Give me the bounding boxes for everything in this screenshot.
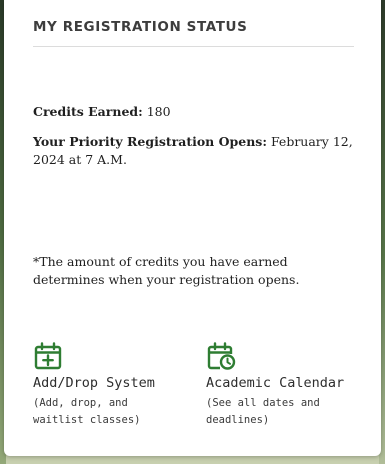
academic-calendar-title: Academic Calendar <box>206 375 345 391</box>
priority-label: Your Priority Registration Opens: <box>33 134 267 149</box>
add-drop-system-link[interactable]: Add/Drop System (Add, drop, and waitlist… <box>33 342 193 429</box>
title-divider <box>33 46 354 47</box>
card-title: MY REGISTRATION STATUS <box>33 19 248 35</box>
calendar-plus-icon <box>34 342 62 370</box>
calendar-clock-icon <box>207 342 236 370</box>
credits-note: *The amount of credits you have earned d… <box>33 254 300 287</box>
registration-status-card: MY REGISTRATION STATUS Credits Earned: 1… <box>4 0 381 456</box>
add-drop-title: Add/Drop System <box>33 375 155 391</box>
academic-calendar-description: (See all dates and deadlines) <box>206 397 320 426</box>
credits-label: Credits Earned: <box>33 104 143 119</box>
priority-registration: Your Priority Registration Opens: Februa… <box>33 133 358 169</box>
credits-value: 180 <box>146 104 171 119</box>
academic-calendar-link[interactable]: Academic Calendar (See all dates and dea… <box>206 342 366 429</box>
add-drop-description: (Add, drop, and waitlist classes) <box>33 397 141 426</box>
credits-earned: Credits Earned: 180 <box>33 103 171 121</box>
